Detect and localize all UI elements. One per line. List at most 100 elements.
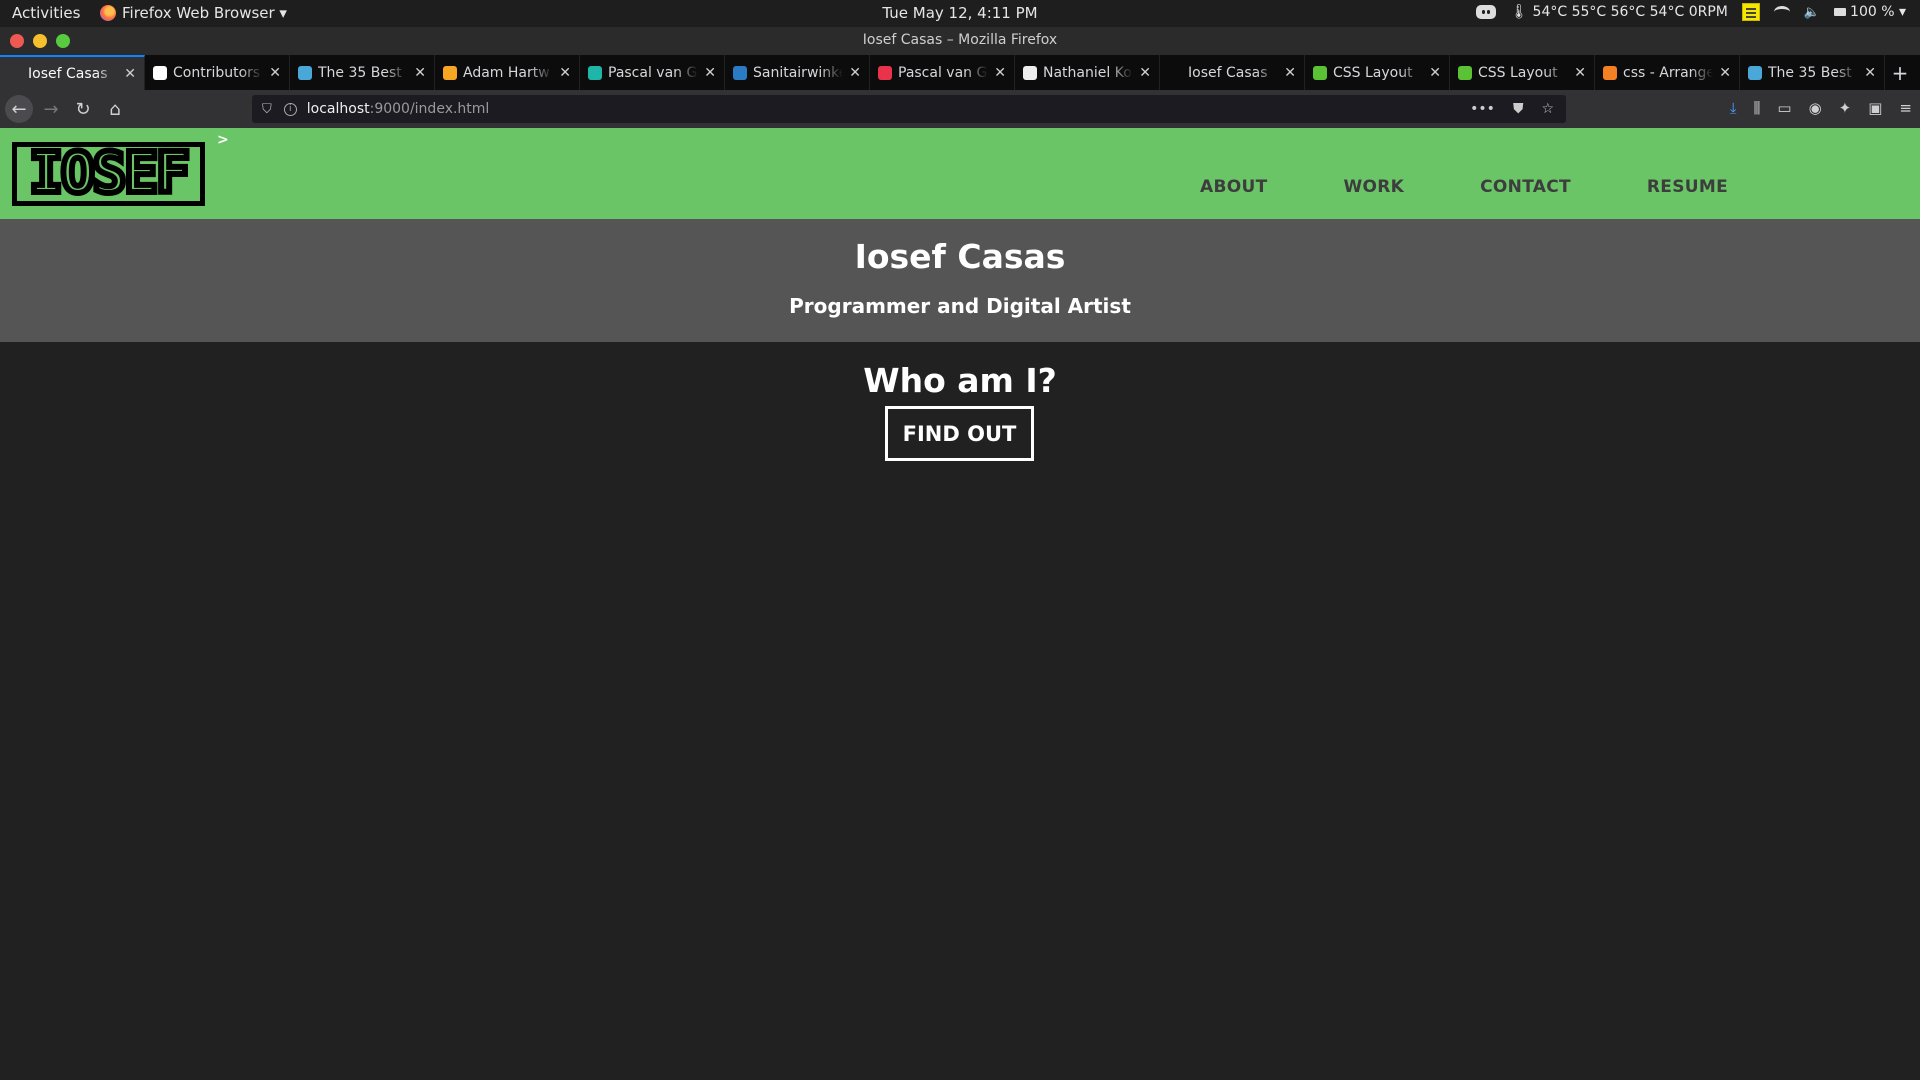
tab-label: The 35 Best	[1768, 64, 1852, 81]
library-icon[interactable]: ⫼	[1753, 99, 1760, 117]
logo-text: IOSEF	[26, 141, 193, 206]
tab-close-icon[interactable]: ✕	[994, 65, 1006, 81]
tab-close-icon[interactable]: ✕	[1429, 65, 1441, 81]
new-tab-button[interactable]: +	[1885, 55, 1915, 90]
app-menu[interactable]: Firefox Web Browser ▾	[100, 4, 287, 22]
firefox-icon	[100, 5, 116, 21]
tab-favicon-icon	[298, 65, 312, 80]
tab[interactable]: Pascal van G ✕	[580, 55, 725, 90]
tab-label: The 35 Best	[318, 64, 402, 81]
tab-favicon-icon	[8, 66, 22, 81]
tab-close-icon[interactable]: ✕	[1719, 65, 1731, 81]
page-actions-icon[interactable]: •••	[1470, 101, 1495, 117]
volume-icon[interactable]: 🔈	[1804, 5, 1820, 20]
tab[interactable]: Iosef Casas ✕	[0, 55, 145, 90]
tab-favicon-icon	[1168, 65, 1182, 80]
arrow-marker: >	[217, 132, 229, 148]
tab-close-icon[interactable]: ✕	[1139, 65, 1151, 81]
web-page: IOSEF > ABOUT WORK CONTACT RESUME Iosef …	[0, 128, 1920, 1080]
tab-favicon-icon	[1023, 65, 1037, 80]
app-menu-label: Firefox Web Browser ▾	[122, 4, 287, 22]
url-host: localhost	[306, 101, 370, 117]
tab-favicon-icon	[443, 65, 457, 80]
nav-about[interactable]: ABOUT	[1200, 177, 1267, 197]
tab-label: Iosef Casas	[1188, 64, 1268, 81]
reload-button[interactable]: ↻	[69, 95, 97, 123]
tab-favicon-icon	[588, 65, 602, 80]
who-heading: Who am I?	[863, 361, 1057, 400]
hamburger-menu-icon[interactable]: ≡	[1899, 99, 1912, 117]
tab[interactable]: Adam Hartw ✕	[435, 55, 580, 90]
pocket-icon[interactable]: ⛊	[1513, 101, 1524, 117]
nav-resume[interactable]: RESUME	[1647, 177, 1728, 197]
wifi-icon[interactable]	[1773, 6, 1790, 18]
home-button[interactable]: ⌂	[101, 95, 129, 123]
tab-favicon-icon	[153, 65, 167, 80]
url-bar[interactable]: ⛉ i localhost:9000/index.html ••• ⛊ ☆	[252, 95, 1566, 123]
tab-favicon-icon	[1748, 65, 1762, 80]
find-out-button[interactable]: FIND OUT	[885, 406, 1034, 461]
tab-close-icon[interactable]: ✕	[1864, 65, 1876, 81]
navigation-toolbar: ← → ↻ ⌂ ⛉ i localhost:9000/index.html ••…	[0, 90, 1920, 128]
tab[interactable]: css - Arrange ✕	[1595, 55, 1740, 90]
tab-strip: Iosef Casas ✕ Contributors ✕ The 35 Best ✕ Ada…	[0, 55, 1920, 90]
site-name: Iosef Casas	[854, 237, 1066, 276]
nav-contact[interactable]: CONTACT	[1480, 177, 1571, 197]
site-tagline: Programmer and Digital Artist	[789, 294, 1131, 318]
tab-favicon-icon	[1603, 65, 1617, 80]
tab-favicon-icon	[733, 65, 747, 80]
forward-button[interactable]: →	[37, 95, 65, 123]
url-text[interactable]: localhost:9000/index.html	[307, 101, 490, 117]
temperature-readout[interactable]: 🌡 54°C 55°C 56°C 54°C 0RPM	[1510, 4, 1728, 20]
tracking-protection-icon[interactable]: ⛉	[262, 102, 272, 117]
extension-square-icon[interactable]: ▣	[1868, 99, 1882, 117]
window-title: Iosef Casas – Mozilla Firefox	[862, 32, 1058, 48]
tab-label: Sanitairwinkel	[753, 64, 844, 81]
temperature-label: 54°C 55°C 56°C 54°C 0RPM	[1532, 4, 1728, 20]
tab-label: css - Arrange	[1623, 64, 1714, 81]
tab-favicon-icon	[878, 65, 892, 80]
tab-close-icon[interactable]: ✕	[849, 65, 861, 81]
tab[interactable]: The 35 Best ✕	[1740, 55, 1885, 90]
tab-close-icon[interactable]: ✕	[1284, 65, 1296, 81]
notes-icon[interactable]	[1741, 3, 1760, 21]
tab-close-icon[interactable]: ✕	[1574, 65, 1586, 81]
toolbar-right: ⤓ ⫼ ▭ ◉ ✦ ▣ ≡	[1730, 99, 1912, 117]
tab[interactable]: Pascal van G ✕	[870, 55, 1015, 90]
tab[interactable]: Sanitairwinkel ✕	[725, 55, 870, 90]
tab-close-icon[interactable]: ✕	[414, 65, 426, 81]
site-info-icon[interactable]: i	[283, 102, 297, 116]
tab[interactable]: Nathaniel Ko ✕	[1015, 55, 1160, 90]
system-tray: 🌡 54°C 55°C 56°C 54°C 0RPM 🔈 100 % ▾	[1476, 3, 1906, 21]
tab[interactable]: CSS Layout ✕	[1450, 55, 1595, 90]
account-icon[interactable]: ◉	[1809, 99, 1822, 117]
tab[interactable]: Contributors ✕	[145, 55, 290, 90]
downloads-icon[interactable]: ⤓	[1730, 99, 1737, 117]
tab-label: Iosef Casas	[28, 65, 108, 82]
extension-icon[interactable]: ✦	[1839, 99, 1852, 117]
discord-icon[interactable]	[1476, 5, 1497, 19]
nav-work[interactable]: WORK	[1343, 177, 1404, 197]
tab-label: Contributors	[173, 64, 261, 81]
tab-label: Nathaniel Ko	[1043, 64, 1132, 81]
tab[interactable]: Iosef Casas ✕	[1160, 55, 1305, 90]
tab-close-icon[interactable]: ✕	[704, 65, 716, 81]
site-nav: ABOUT WORK CONTACT RESUME	[1200, 177, 1728, 197]
battery-label: 100 % ▾	[1850, 4, 1906, 20]
battery-indicator[interactable]: 100 % ▾	[1834, 4, 1906, 20]
sidebar-icon[interactable]: ▭	[1777, 99, 1791, 117]
tab-close-icon[interactable]: ✕	[559, 65, 571, 81]
bookmark-star-icon[interactable]: ☆	[1541, 101, 1554, 117]
tab[interactable]: The 35 Best ✕	[290, 55, 435, 90]
tab-close-icon[interactable]: ✕	[124, 66, 136, 82]
window-titlebar: Iosef Casas – Mozilla Firefox	[0, 27, 1920, 55]
tab-favicon-icon	[1458, 65, 1472, 80]
tab-close-icon[interactable]: ✕	[269, 65, 281, 81]
tab-label: Adam Hartw	[463, 64, 550, 81]
site-logo[interactable]: IOSEF	[12, 142, 205, 206]
tab-label: CSS Layout	[1478, 64, 1558, 81]
activities-button[interactable]: Activities	[12, 4, 80, 22]
back-button[interactable]: ←	[5, 95, 33, 123]
tab-label: Pascal van G	[898, 64, 988, 81]
tab[interactable]: CSS Layout ✕	[1305, 55, 1450, 90]
